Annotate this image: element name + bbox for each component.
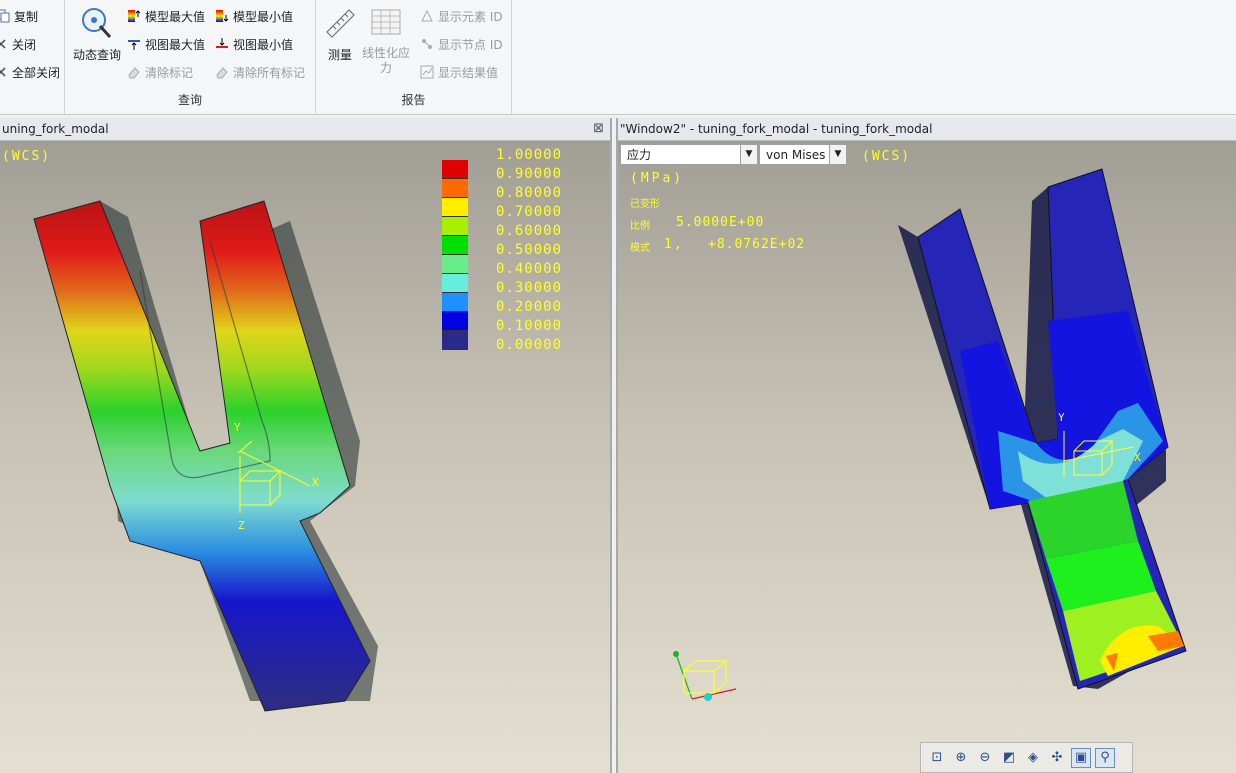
- left-window-title: uning_fork_modal: [2, 122, 109, 136]
- right-window-title: "Window2" - tuning_fork_modal - tuning_f…: [620, 122, 933, 136]
- clear-all-marks-button[interactable]: 清除所有标记: [215, 62, 305, 82]
- model-max-icon: [127, 9, 141, 23]
- clear-all-marks-label: 清除所有标记: [233, 65, 306, 80]
- copy-icon: [0, 9, 10, 23]
- close-all-button[interactable]: 全部关闭: [0, 62, 60, 82]
- element-id-icon: [420, 9, 434, 23]
- copy-button[interactable]: 复制: [0, 6, 38, 26]
- query-group: 动态查询 模型最大值 模型最小值 视图最大值 视图最小值 清除标记 清除所有标记…: [65, 0, 316, 114]
- model-min-button[interactable]: 模型最小值: [215, 6, 293, 26]
- right-axis-x: X: [1134, 451, 1141, 464]
- show-node-id-button[interactable]: 显示节点 ID: [420, 34, 503, 54]
- show-element-id-button[interactable]: 显示元素 ID: [420, 6, 503, 26]
- model-min-icon: [215, 9, 229, 23]
- model-max-label: 模型最大值: [145, 9, 206, 24]
- zoom-out-icon[interactable]: ⊖: [975, 748, 995, 768]
- model-min-label: 模型最小值: [233, 9, 294, 24]
- show-result-value-label: 显示结果值: [438, 65, 499, 80]
- linearized-stress-button[interactable]: 线性化应力: [360, 6, 412, 76]
- copy-label: 复制: [14, 9, 39, 24]
- left-axis-x: X: [312, 476, 319, 489]
- view-orientation-icon[interactable]: ✣: [1047, 748, 1067, 768]
- ruler-icon: [323, 6, 357, 40]
- right-window-titlebar: "Window2" - tuning_fork_modal - tuning_f…: [618, 118, 1236, 141]
- close-all-label: 全部关闭: [12, 65, 61, 80]
- close-button[interactable]: 关闭: [0, 34, 36, 54]
- table-icon: [369, 6, 403, 40]
- show-element-id-label: 显示元素 ID: [438, 9, 503, 24]
- model-max-button[interactable]: 模型最大值: [127, 6, 205, 26]
- zoom-fit-icon[interactable]: ⊡: [927, 748, 947, 768]
- refit-icon[interactable]: ◩: [999, 748, 1019, 768]
- saved-views-icon[interactable]: ▣: [1071, 747, 1091, 768]
- view-min-label: 视图最小值: [233, 37, 294, 52]
- right-axis-y: Y: [1058, 411, 1065, 424]
- view-max-icon: [127, 37, 141, 51]
- eraser-icon: [215, 65, 229, 79]
- show-result-value-button[interactable]: 显示结果值: [420, 62, 498, 82]
- linearized-stress-label: 线性化应力: [361, 46, 410, 75]
- measure-button[interactable]: 测量: [320, 6, 360, 63]
- right-canvas[interactable]: 应力 ▼ von Mises ▼ (WCS) (MPa) 已变形 比例 5.00…: [618, 141, 1236, 773]
- left-axis-z: Z: [238, 519, 245, 532]
- view-min-button[interactable]: 视图最小值: [215, 34, 293, 54]
- left-axis-y: Y: [234, 421, 241, 434]
- report-group: 测量 线性化应力 显示元素 ID 显示节点 ID 显示结果值 报告: [316, 0, 512, 114]
- right-result-window: "Window2" - tuning_fork_modal - tuning_f…: [616, 118, 1236, 773]
- close-window-icon[interactable]: ⊠: [593, 118, 604, 140]
- close-label: 关闭: [12, 37, 37, 52]
- view-min-icon: [215, 37, 229, 51]
- view-max-button[interactable]: 视图最大值: [127, 34, 205, 54]
- clear-marks-label: 清除标记: [145, 65, 194, 80]
- left-window-titlebar: uning_fork_modal ⊠: [0, 118, 610, 141]
- eraser-icon: [127, 65, 141, 79]
- ribbon: 复制 关闭 全部关闭 动态查询 模型最大值 模型最小值 视图最大值 视图最小值 …: [0, 0, 1236, 115]
- result-value-icon: [420, 65, 434, 79]
- display-style-icon[interactable]: ◈: [1023, 748, 1043, 768]
- query-group-label: 查询: [177, 93, 202, 107]
- dynamic-query-button[interactable]: 动态查询: [69, 6, 125, 63]
- show-node-id-label: 显示节点 ID: [438, 37, 503, 52]
- left-result-window: uning_fork_modal ⊠ (WCS) 1.00000 0.90000…: [0, 118, 612, 773]
- zoom-in-icon[interactable]: ⊕: [951, 748, 971, 768]
- node-id-icon: [420, 37, 434, 51]
- window-group: 复制 关闭 全部关闭: [0, 0, 65, 114]
- spin-center-icon[interactable]: ⚲: [1095, 747, 1115, 768]
- left-canvas[interactable]: (WCS) 1.00000 0.90000 0.80000 0.70000 0.…: [0, 141, 610, 773]
- left-fork-model[interactable]: Y X Z: [0, 141, 610, 773]
- close-all-icon: [0, 65, 8, 79]
- measure-label: 测量: [327, 48, 352, 62]
- view-orientation-triad: [673, 651, 737, 701]
- dynamic-query-label: 动态查询: [72, 48, 121, 62]
- view-toolbar: ⊡ ⊕ ⊖ ◩ ◈ ✣ ▣ ⚲: [920, 742, 1133, 773]
- dynamic-query-icon: [80, 6, 114, 40]
- report-group-label: 报告: [401, 93, 426, 107]
- close-icon: [0, 37, 8, 51]
- clear-marks-button[interactable]: 清除标记: [127, 62, 193, 82]
- view-max-label: 视图最大值: [145, 37, 206, 52]
- right-fork-model[interactable]: Y X: [618, 141, 1236, 773]
